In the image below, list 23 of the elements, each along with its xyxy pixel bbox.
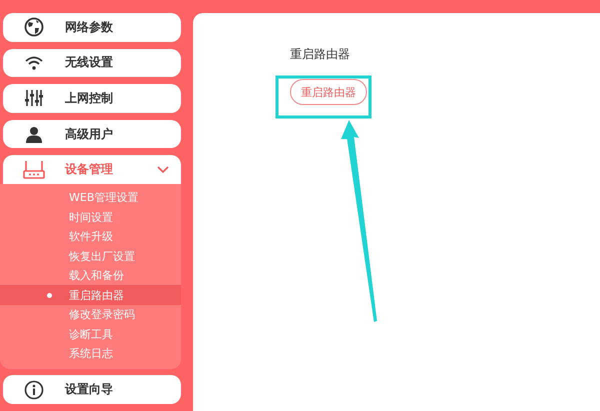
submenu-item[interactable]: 修改登录密码 xyxy=(0,304,181,324)
submenu-item[interactable]: 重启路由器 xyxy=(0,285,181,305)
submenu-item[interactable]: 软件升级 xyxy=(0,226,181,246)
section-title: 重启路由器 xyxy=(290,46,350,63)
sidebar-item[interactable]: 网络参数 xyxy=(3,13,181,42)
wifi-icon xyxy=(25,56,43,70)
user-icon xyxy=(26,126,42,143)
sidebar-item[interactable]: 无线设置 xyxy=(3,48,181,78)
reboot-button[interactable]: 重启路由器 xyxy=(290,79,367,105)
submenu-item[interactable]: 恢复出厂设置 xyxy=(0,246,181,266)
submenu-item[interactable]: 系统日志 xyxy=(0,344,181,364)
submenu-item[interactable]: 载入和备份 xyxy=(0,266,181,286)
sliders-icon xyxy=(25,89,43,108)
submenu-item[interactable]: 诊断工具 xyxy=(0,324,181,344)
sidebar-item[interactable]: 高级用户 xyxy=(3,120,181,148)
submenu-item[interactable]: WEB管理设置 xyxy=(0,188,181,208)
sidebar-item[interactable]: 设置向导 xyxy=(3,375,181,404)
sidebar-item[interactable]: 上网控制 xyxy=(3,84,181,113)
info-icon xyxy=(24,380,44,400)
globe-icon xyxy=(24,17,44,38)
submenu-item[interactable]: 时间设置 xyxy=(0,207,181,227)
router-icon xyxy=(23,160,45,180)
sidebar-item[interactable]: 设备管理 xyxy=(3,155,181,184)
